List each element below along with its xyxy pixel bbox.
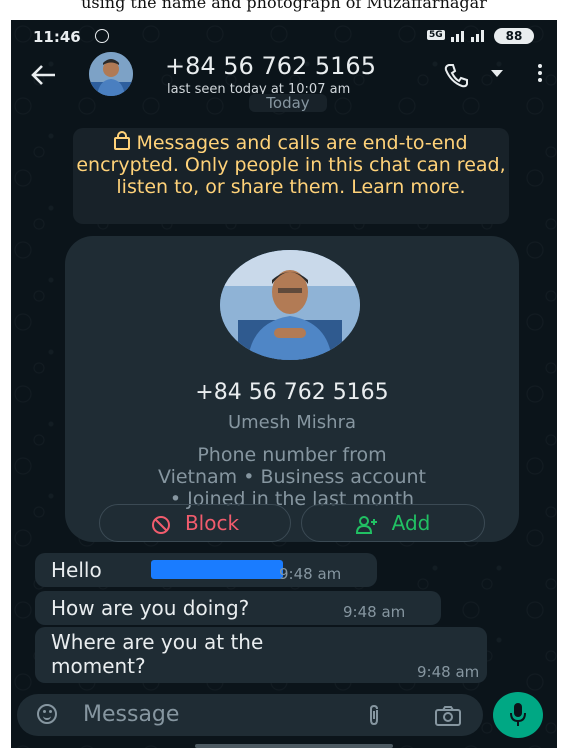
add-label: Add <box>391 511 431 535</box>
redaction-mark <box>151 560 283 579</box>
message-text: Where are you at the moment? <box>51 630 264 678</box>
voice-call-icon[interactable] <box>443 62 469 88</box>
date-chip: Today <box>249 94 327 112</box>
contact-business-name: Umesh Mishra <box>227 412 357 433</box>
voice-message-button[interactable] <box>493 692 543 738</box>
lock-icon <box>114 131 131 150</box>
message-bubble[interactable]: How are you doing? 9:48 am <box>35 591 441 625</box>
call-dropdown-icon[interactable] <box>491 70 503 77</box>
whatsapp-status-icon <box>95 29 109 43</box>
message-bubble[interactable]: Hello 9:48 am <box>35 553 377 587</box>
info-line: Phone number from <box>197 444 387 466</box>
message-time: 9:48 am <box>343 603 406 621</box>
message-text: How are you doing? <box>51 596 250 620</box>
block-label: Block <box>184 511 240 535</box>
back-arrow-icon[interactable] <box>29 60 59 90</box>
status-bar: 11:46 5G 88 <box>11 20 557 50</box>
add-person-icon <box>355 515 377 534</box>
attach-icon[interactable] <box>367 704 381 726</box>
info-line: Vietnam • Business account <box>158 466 426 488</box>
contact-photo[interactable] <box>220 250 360 360</box>
message-time: 9:48 am <box>279 565 342 583</box>
page-caption: using the name and photograph of Muzaffa… <box>81 0 487 12</box>
contact-avatar[interactable] <box>89 52 133 96</box>
gesture-nav-bar[interactable] <box>195 744 393 748</box>
signal-icon <box>451 28 485 42</box>
more-options-icon[interactable] <box>537 64 543 86</box>
phone-screen: 11:46 5G 88 +84 56 762 5165 last seen to… <box>11 20 557 748</box>
battery-indicator: 88 <box>494 28 534 44</box>
contact-phone-number: +84 56 762 5165 <box>195 380 389 405</box>
encryption-text: Messages and calls are end-to-end encryp… <box>76 132 506 198</box>
status-time: 11:46 <box>33 28 81 46</box>
network-5g-badge: 5G <box>427 30 445 40</box>
contact-info-card: +84 56 762 5165 Umesh Mishra Phone numbe… <box>65 236 519 542</box>
contact-title[interactable]: +84 56 762 5165 <box>165 52 376 80</box>
block-button[interactable]: Block <box>99 504 291 542</box>
add-contact-button[interactable]: Add <box>301 504 485 542</box>
emoji-icon[interactable] <box>37 704 57 724</box>
message-time: 9:48 am <box>417 663 480 681</box>
message-text: Hello <box>51 558 102 582</box>
contact-account-info: Phone number from Vietnam • Business acc… <box>65 444 519 510</box>
encryption-notice[interactable]: Messages and calls are end-to-end encryp… <box>73 128 509 224</box>
message-bubble[interactable]: Where are you at the moment? 9:48 am <box>35 627 487 683</box>
microphone-icon <box>510 703 526 726</box>
camera-icon[interactable] <box>435 706 461 726</box>
message-input[interactable]: Message <box>83 702 179 727</box>
block-icon <box>151 515 170 534</box>
message-composer[interactable]: Message <box>17 694 483 736</box>
